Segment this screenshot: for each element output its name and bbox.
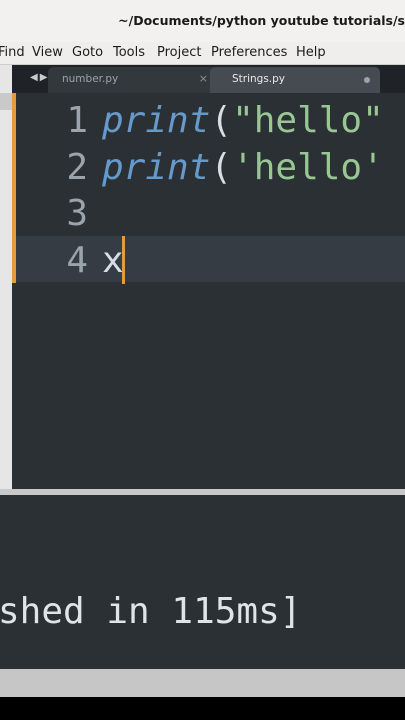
code-line[interactable]: 1 print("hello": [12, 96, 405, 142]
code-line[interactable]: 2 print('hello': [12, 143, 405, 189]
line-number: 3: [66, 193, 88, 234]
menu-view[interactable]: View: [32, 45, 63, 60]
build-output-text: shed in 115ms]: [0, 591, 302, 632]
open-paren: (: [210, 147, 233, 188]
line-number: 2: [66, 147, 88, 188]
tab-strings-py[interactable]: Strings.py: [210, 67, 380, 93]
line-number: 1: [66, 100, 88, 141]
string-literal: "hello": [232, 100, 384, 141]
string-literal: 'hello': [232, 147, 384, 188]
code-line[interactable]: 3: [12, 189, 405, 235]
menu-find[interactable]: Find: [0, 45, 25, 60]
line-code: x: [102, 240, 124, 281]
modified-lines-indicator: [12, 93, 16, 283]
menu-bar: Find View Goto Tools Project Preferences…: [0, 42, 405, 65]
keyword-print: print: [102, 147, 211, 188]
tab-nav-arrows-icon[interactable]: ◀▶: [30, 72, 49, 83]
unsaved-dot-icon[interactable]: [364, 77, 370, 83]
open-paren: (: [210, 100, 233, 141]
window-title: ~/Documents/python youtube tutorials/s: [118, 13, 405, 28]
keyword-print: print: [102, 100, 211, 141]
code-line-current[interactable]: 4 x: [12, 236, 405, 282]
text-cursor: [122, 236, 125, 284]
line-code: print('hello': [102, 147, 384, 188]
tab-label: number.py: [62, 73, 119, 85]
menu-tools[interactable]: Tools: [113, 45, 145, 60]
menu-goto[interactable]: Goto: [72, 45, 103, 60]
sidebar-edge[interactable]: [0, 65, 12, 490]
menu-preferences[interactable]: Preferences: [211, 45, 287, 60]
menu-help[interactable]: Help: [296, 45, 326, 60]
line-number: 4: [66, 240, 88, 281]
bottom-letterbox: [0, 697, 405, 720]
tab-label: Strings.py: [232, 73, 286, 85]
line-code: print("hello": [102, 100, 384, 141]
menu-project[interactable]: Project: [157, 45, 201, 60]
tab-bar: ◀▶ number.py × Strings.py: [12, 65, 405, 93]
close-icon[interactable]: ×: [199, 72, 208, 85]
status-bar: [0, 669, 405, 697]
title-bar: ~/Documents/python youtube tutorials/s: [0, 0, 405, 43]
sidebar-marker: [0, 93, 12, 110]
tab-number-py[interactable]: number.py ×: [48, 67, 218, 93]
build-output-panel[interactable]: shed in 115ms]: [0, 495, 405, 669]
